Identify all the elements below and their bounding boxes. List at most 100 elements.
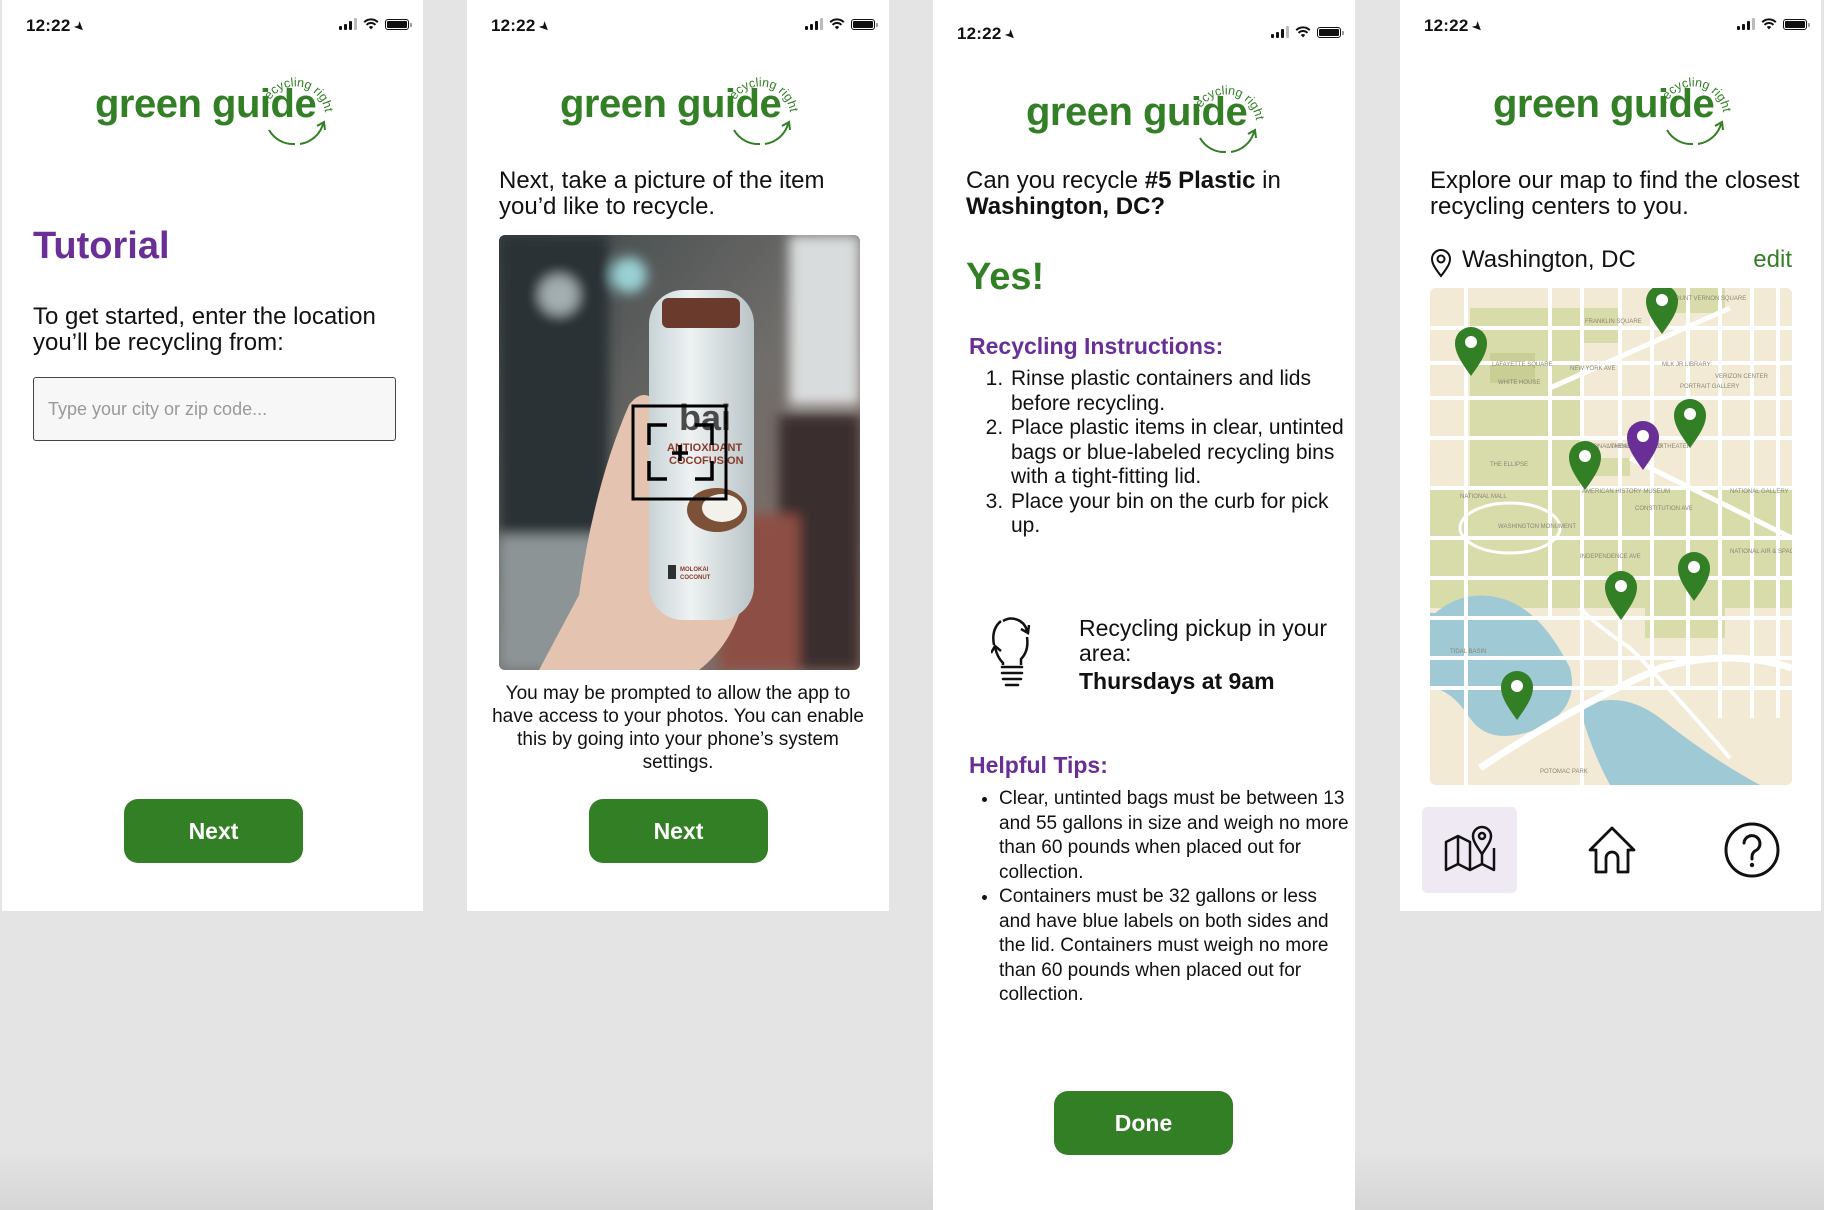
material-name: #5 Plastic (1144, 167, 1256, 194)
bottle-flavor-line2: COCONUT (680, 575, 711, 581)
tip-item: Containers must be 32 gallons or less an… (999, 885, 1349, 1008)
pickup-info: Recycling pickup in your area: Thursdays… (991, 612, 1331, 694)
status-time: 12:22➤ (957, 24, 1021, 44)
bottle-photo-image: bai ANTIOXIDANT COCOFUSION MOLOKAI COCON… (499, 235, 860, 670)
map-pin-icon (1444, 825, 1495, 872)
recycle-arrow-icon (1665, 129, 1693, 146)
instructions-heading: Recycling Instructions: (969, 333, 1224, 359)
background-shade (0, 1150, 1824, 1210)
battery-icon (1783, 18, 1810, 30)
cell-signal-icon (805, 18, 823, 30)
nav-home-tab[interactable] (1564, 807, 1659, 893)
item-photo[interactable]: bai ANTIOXIDANT COCOFUSION MOLOKAI COCON… (499, 235, 860, 670)
location-arrow-icon: ➤ (1469, 17, 1488, 36)
map-prompt: Explore our map to find the closest recy… (1430, 167, 1800, 220)
recycle-question: Can you recycle #5 Plastic in Washington… (966, 167, 1281, 220)
cell-signal-icon (1737, 18, 1755, 30)
wifi-icon (1761, 18, 1777, 30)
recycle-arrow-icon (267, 129, 295, 146)
map-label: NATIONAL GALLERY (1730, 489, 1789, 495)
location-arrow-icon: ➤ (536, 17, 555, 36)
battery-icon (385, 18, 412, 30)
current-location: Washington, DC (1462, 246, 1636, 273)
pickup-time: Thursdays at 9am (1079, 668, 1275, 694)
nav-help-tab[interactable] (1704, 807, 1799, 893)
map-label: INDEPENDENCE AVE (1580, 554, 1641, 560)
city-zip-input[interactable] (33, 377, 396, 441)
map-label: MOUNT VERNON SQUARE (1670, 296, 1746, 302)
cell-signal-icon (1271, 26, 1289, 38)
map-label: LAFAYETTE SQUARE (1492, 362, 1553, 368)
tips-heading: Helpful Tips: (969, 752, 1108, 778)
status-bar: 12:22➤ (933, 22, 1355, 46)
screen-tutorial: 12:22➤ green guide recycling right Tutor… (2, 0, 423, 911)
nav-map-tab[interactable] (1422, 807, 1517, 893)
status-icons (1737, 18, 1810, 30)
battery-icon (851, 18, 878, 30)
map-label: VERIZON CENTER (1715, 374, 1769, 380)
screen-result: 12:22➤ green guide recycling right Can y… (933, 0, 1355, 1210)
green-guide-logo: green guide recycling right (2, 62, 423, 152)
picture-prompt: Next, take a picture of the item you’d l… (499, 167, 825, 220)
map-label: TIDAL BASIN (1450, 649, 1486, 655)
map-label: WHITE HOUSE (1498, 380, 1540, 386)
location-pin-icon (1430, 249, 1452, 278)
green-guide-logo: green guide recycling right (1400, 62, 1821, 152)
instruction-item: Rinse plastic containers and lids before… (1009, 367, 1355, 416)
recycle-bulb-icon (991, 617, 1031, 687)
battery-icon (1317, 26, 1344, 38)
map-label: THE ELLIPSE (1490, 462, 1528, 468)
wifi-icon (829, 18, 845, 30)
tips-list: Clear, untinted bags must be between 13 … (969, 787, 1349, 1008)
location-arrow-icon: ➤ (71, 17, 90, 36)
status-bar: 12:22➤ (1400, 14, 1821, 38)
bottle-brand: bai (679, 397, 731, 438)
map-label: PORTRAIT GALLERY (1680, 384, 1739, 390)
screen-take-picture: 12:22➤ green guide recycling right Next,… (467, 0, 889, 911)
map-label: MLK JR LIBRARY (1662, 362, 1711, 368)
map-label: CONSTITUTION AVE (1635, 506, 1693, 512)
map-canvas[interactable]: LAFAYETTE SQUARE WHITE HOUSE FRANKLIN SQUA… (1430, 288, 1792, 785)
recycling-map[interactable]: LAFAYETTE SQUARE WHITE HOUSE FRANKLIN SQUA… (1430, 288, 1792, 785)
bottle-flavor-line1: MOLOKAI (680, 567, 709, 573)
status-icons (805, 18, 878, 30)
map-label: NATIONAL MALL (1460, 494, 1507, 500)
location-row: Washington, DC edit (1430, 246, 1792, 278)
status-time: 12:22➤ (491, 16, 555, 36)
green-guide-logo: green guide recycling right (933, 70, 1355, 160)
next-button[interactable]: Next (589, 799, 768, 863)
permission-caption: You may be prompted to allow the app to … (492, 683, 864, 773)
instruction-item: Place your bin on the curb for pick up. (1009, 490, 1355, 539)
map-label: AMERICAN HISTORY MUSEUM (1582, 489, 1670, 495)
map-label: NATIONAL AIR & SPACE MUSEUM (1730, 549, 1792, 555)
status-time-text: 12:22 (26, 16, 71, 35)
edit-location-link[interactable]: edit (1753, 246, 1792, 274)
status-time: 12:22➤ (26, 16, 90, 36)
location-prompt: To get started, enter the location you’l… (33, 303, 376, 356)
status-bar: 12:22➤ (2, 14, 423, 38)
location-name: Washington, DC? (966, 193, 1166, 220)
next-button[interactable]: Next (124, 799, 303, 863)
status-icons (339, 18, 412, 30)
tip-item: Clear, untinted bags must be between 13 … (999, 787, 1349, 885)
wifi-icon (363, 18, 379, 30)
green-guide-logo: green guide recycling right (467, 62, 889, 152)
bottom-nav (1422, 807, 1800, 893)
home-icon (1588, 826, 1635, 874)
wifi-icon (1295, 26, 1311, 38)
status-bar: 12:22➤ (467, 14, 889, 38)
map-label: POTOMAC PARK (1540, 769, 1588, 775)
pickup-label: Recycling pickup in your area: (1079, 615, 1328, 666)
location-arrow-icon: ➤ (1002, 25, 1021, 44)
status-time: 12:22➤ (1424, 16, 1488, 36)
screen-map: 12:22➤ green guide recycling right Explo… (1400, 0, 1821, 911)
done-button[interactable]: Done (1054, 1091, 1233, 1155)
map-label: WASHINGTON MONUMENT (1498, 524, 1576, 530)
instructions-list: Rinse plastic containers and lids before… (969, 367, 1355, 539)
recycle-arrow-icon (733, 129, 761, 146)
cell-signal-icon (339, 18, 357, 30)
map-label: FRANKLIN SQUARE (1585, 319, 1642, 325)
recycle-arrow-icon (1199, 137, 1227, 154)
instruction-item: Place plastic items in clear, untinted b… (1009, 416, 1355, 490)
status-icons (1271, 26, 1344, 38)
